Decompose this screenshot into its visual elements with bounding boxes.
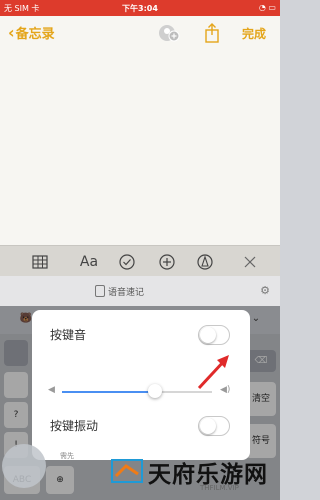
add-person-icon[interactable]	[158, 23, 180, 43]
close-icon[interactable]	[240, 252, 260, 272]
share-icon[interactable]	[201, 23, 223, 43]
microphone-icon	[95, 285, 105, 297]
note-editor[interactable]	[0, 50, 280, 245]
volume-slider[interactable]	[62, 384, 212, 398]
toggle-knob	[200, 327, 216, 343]
done-button[interactable]: 完成	[242, 25, 266, 42]
nav-bar: ‹备忘录 完成	[0, 16, 280, 50]
battery-icon: ◔ ▭	[258, 3, 276, 12]
annotation-arrow	[197, 355, 229, 390]
hint-text: 需先	[60, 452, 74, 460]
key-sound-label: 按键音	[50, 328, 87, 342]
table-icon[interactable]	[30, 252, 50, 272]
add-icon[interactable]	[157, 252, 177, 272]
toggle-knob	[200, 418, 216, 434]
voice-note-bar[interactable]: 语音速记 ⚙	[0, 276, 280, 306]
volume-low-icon: ◀	[48, 385, 55, 395]
format-toolbar: Aa	[0, 245, 280, 276]
site-watermark: 天府乐游网 THFILM.VIP	[110, 455, 280, 500]
chevron-left-icon: ‹	[8, 23, 15, 42]
volume-slider-thumb[interactable]	[148, 384, 162, 398]
back-label: 备忘录	[15, 27, 55, 42]
key-vibration-label: 按键振动	[50, 419, 99, 433]
status-bar: 无 SIM 卡 下午3:04 ◔ ▭	[0, 0, 280, 16]
key-sound-toggle[interactable]	[198, 325, 230, 345]
watermark-sub: THFILM.VIP	[200, 484, 239, 492]
key-vibration-toggle[interactable]	[198, 416, 230, 436]
checklist-icon[interactable]	[117, 252, 137, 272]
markup-pen-icon[interactable]	[195, 252, 215, 272]
assistive-touch-button[interactable]	[2, 444, 46, 488]
clock: 下午3:04	[122, 4, 158, 13]
voice-note-label: 语音速记	[108, 288, 145, 298]
gear-icon[interactable]: ⚙	[260, 284, 270, 297]
volume-slider-fill	[62, 391, 155, 393]
text-style-button[interactable]: Aa	[76, 252, 102, 272]
back-button[interactable]: ‹备忘录	[8, 23, 55, 42]
watermark-logo-icon	[111, 459, 143, 483]
